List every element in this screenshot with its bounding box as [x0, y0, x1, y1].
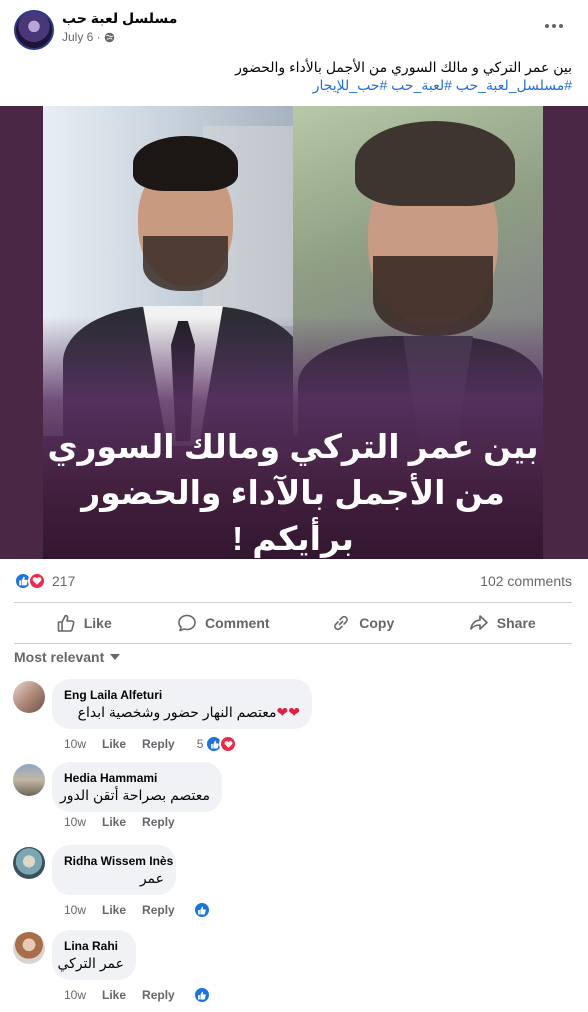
post-actions: Like Comment Copy Share — [14, 603, 572, 643]
commenter-name[interactable]: Hedia Hammami — [64, 770, 210, 786]
comment-bubble: Eng Laila Alfeturi ❤❤معتصم النهار حضور و… — [52, 679, 312, 729]
avatar[interactable] — [13, 847, 45, 879]
comment-reaction-count: 5 — [196, 737, 204, 751]
sort-label: Most relevant — [14, 649, 105, 665]
commenter-name[interactable]: Lina Rahi — [64, 938, 124, 954]
link-icon — [334, 615, 349, 631]
post-image[interactable]: بين عمر التركي ومالك السوري من الأجمل با… — [0, 106, 588, 559]
heart-icon — [219, 735, 238, 753]
comment-bubble: Hedia Hammami معتصم بصراحة أتقن الدور — [52, 762, 222, 812]
page-avatar[interactable] — [14, 10, 54, 50]
reactions-count: 217 — [52, 573, 76, 589]
caption-text: بين عمر التركي و مالك السوري من الأجمل ب… — [235, 59, 572, 75]
post-image-content: بين عمر التركي ومالك السوري من الأجمل با… — [43, 106, 543, 559]
comment-reply-button[interactable]: Reply — [142, 815, 175, 829]
thumbs-up-icon[interactable] — [192, 986, 211, 1004]
like-label: Like — [83, 615, 112, 631]
post-caption: بين عمر التركي و مالك السوري من الأجمل ب… — [16, 58, 572, 94]
comment-like-button[interactable]: Like — [102, 988, 126, 1002]
comment-reply-button[interactable]: Reply — [142, 737, 175, 751]
post-header: مسلسل لعبة حب July 6 · — [0, 0, 588, 52]
image-text-line-1: بين عمر التركي ومالك السوري — [47, 428, 539, 465]
post-meta: July 6 · — [62, 30, 115, 44]
comment-text: ❤❤معتصم النهار حضور وشخصية ابداع — [77, 704, 300, 720]
comment-button[interactable]: Comment — [154, 603, 294, 643]
thumbs-up-icon — [57, 614, 75, 632]
reactions-summary[interactable]: 217 — [14, 570, 75, 592]
share-label: Share — [496, 615, 536, 631]
thumbs-up-icon[interactable] — [192, 901, 211, 919]
avatar[interactable] — [13, 932, 45, 964]
share-button[interactable]: Share — [433, 603, 573, 643]
comment-reactions[interactable]: 5 — [197, 735, 238, 753]
caption-hashtags[interactable]: #مسلسل_لعبة_حب #لعبة_حب #حب_للإيجار — [16, 76, 572, 94]
comment-time[interactable]: 10w — [64, 737, 86, 751]
comment-meta: 10w Like Reply — [64, 986, 211, 1004]
commenter-name[interactable]: Ridha Wissem Inès — [64, 853, 173, 869]
comment-reply-button[interactable]: Reply — [142, 988, 175, 1002]
comment-time[interactable]: 10w — [64, 988, 86, 1002]
heart-emoji-icon: ❤❤ — [276, 704, 300, 720]
comment-text: عمر — [139, 870, 164, 886]
comment-bubble: Lina Rahi عمر التركي — [52, 930, 136, 980]
comment-like-button[interactable]: Like — [102, 903, 126, 917]
share-arrow-icon — [469, 615, 488, 630]
comment-reply-button[interactable]: Reply — [142, 903, 175, 917]
comment-text: عمر التركي — [57, 955, 125, 971]
comment-time[interactable]: 10w — [64, 815, 86, 829]
comment-label: Comment — [204, 615, 270, 631]
comments-count[interactable]: 102 comments — [480, 573, 572, 589]
comment-like-button[interactable]: Like — [102, 815, 126, 829]
comment-bubble-icon — [178, 614, 196, 632]
more-options-icon[interactable] — [540, 14, 568, 38]
comment-text: معتصم بصراحة أتقن الدور — [60, 787, 210, 803]
comment-meta: 10w Like Reply — [64, 901, 211, 919]
image-text-line-2: من الأجمل بالآداء والحضور برأيكم ! — [81, 474, 505, 557]
comment-time[interactable]: 10w — [64, 903, 86, 917]
comment-meta: 10w Like Reply — [64, 815, 191, 829]
page-name[interactable]: مسلسل لعبة حب — [62, 10, 177, 27]
heart-icon — [28, 572, 46, 590]
comment-meta: 10w Like Reply 5 — [64, 735, 238, 753]
avatar[interactable] — [13, 681, 45, 713]
globe-icon — [104, 32, 114, 42]
comment-like-button[interactable]: Like — [102, 737, 126, 751]
copy-label: Copy — [359, 615, 395, 631]
copy-button[interactable]: Copy — [293, 603, 433, 643]
like-button[interactable]: Like — [14, 603, 154, 643]
comment-bubble: Ridha Wissem Inès عمر — [52, 845, 176, 895]
avatar[interactable] — [13, 764, 45, 796]
comment-sort-dropdown[interactable]: Most relevant — [14, 649, 121, 665]
post-date[interactable]: July 6 · — [62, 30, 101, 44]
commenter-name[interactable]: Eng Laila Alfeturi — [64, 687, 300, 703]
chevron-down-icon — [110, 654, 121, 660]
divider — [14, 643, 572, 644]
